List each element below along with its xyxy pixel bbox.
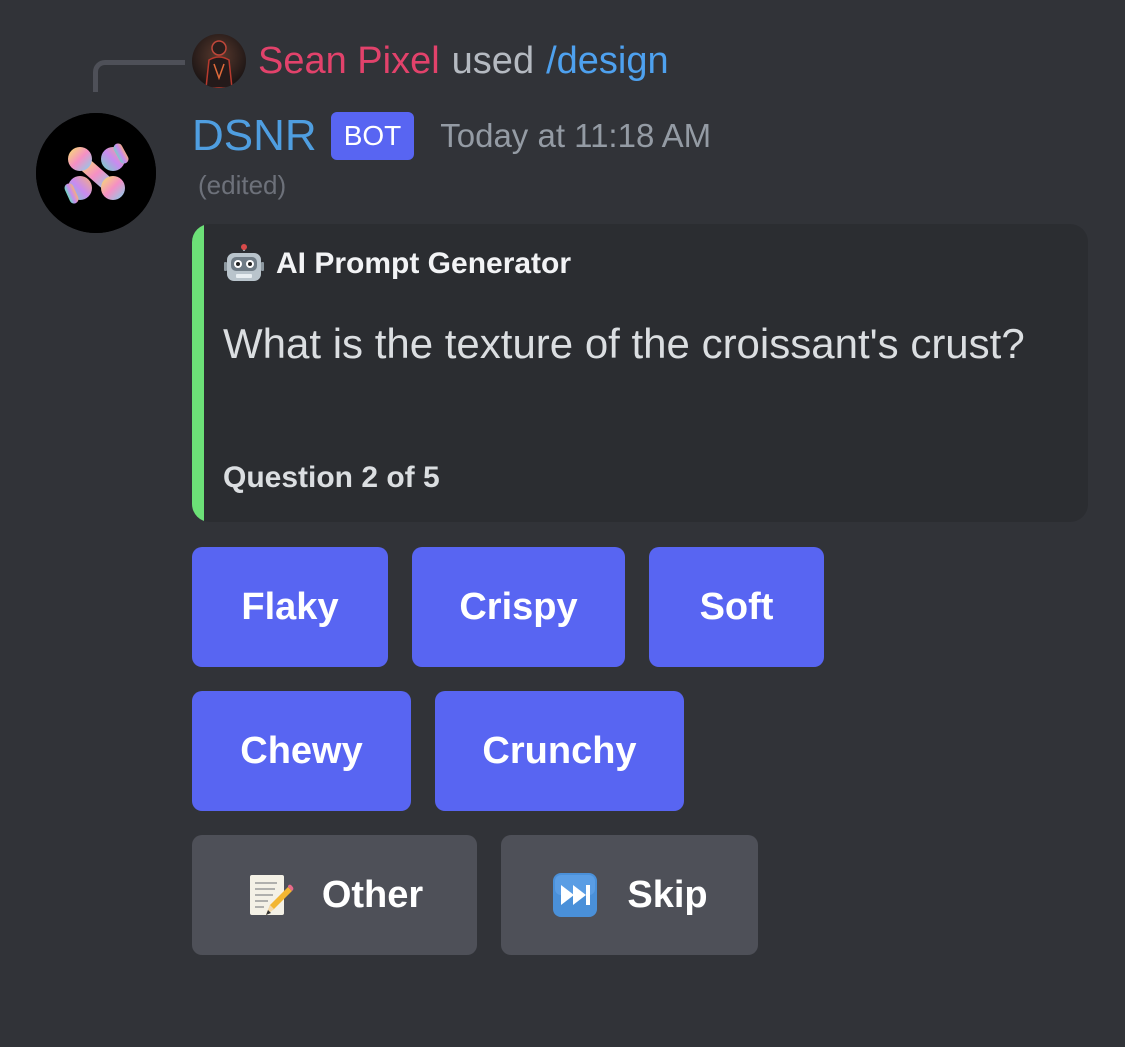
message-header: DSNR BOT Today at 11:18 AM [192, 108, 711, 164]
other-button[interactable]: Other [192, 835, 477, 955]
memo-icon [249, 875, 294, 915]
reply-username[interactable]: Sean Pixel [258, 40, 440, 83]
option-button-flaky[interactable]: Flaky [192, 547, 388, 667]
bot-tag-badge: BOT [330, 112, 415, 160]
reply-user-avatar[interactable] [192, 34, 246, 88]
reply-command[interactable]: /design [546, 40, 669, 83]
bot-avatar[interactable] [36, 113, 156, 233]
embed-author: AI Prompt Generator [224, 244, 571, 284]
reply-header: Sean Pixel used /design [192, 33, 669, 89]
option-button-soft[interactable]: Soft [649, 547, 824, 667]
option-button-crunchy[interactable]: Crunchy [435, 691, 684, 811]
edited-label: (edited) [198, 170, 287, 200]
skip-button[interactable]: Skip [501, 835, 758, 955]
next-track-icon [553, 873, 598, 917]
option-button-chewy[interactable]: Chewy [192, 691, 411, 811]
dsnr-logo-icon [36, 113, 156, 233]
option-button-crispy[interactable]: Crispy [412, 547, 625, 667]
reply-used-text: used [451, 39, 535, 82]
bot-name[interactable]: DSNR [192, 111, 317, 161]
message-timestamp: Today at 11:18 AM [440, 117, 712, 154]
embed-accent-bar [192, 224, 204, 522]
robot-icon [224, 244, 264, 281]
embed-description: What is the texture of the croissant's c… [223, 320, 1025, 367]
embed-card: AI Prompt Generator What is the texture … [192, 224, 1088, 522]
skip-button-label: Skip [627, 873, 708, 916]
embed-footer: Question 2 of 5 [223, 461, 440, 494]
reply-connector-line [93, 60, 185, 92]
embed-author-name: AI Prompt Generator [276, 247, 572, 280]
other-button-label: Other [321, 873, 424, 916]
